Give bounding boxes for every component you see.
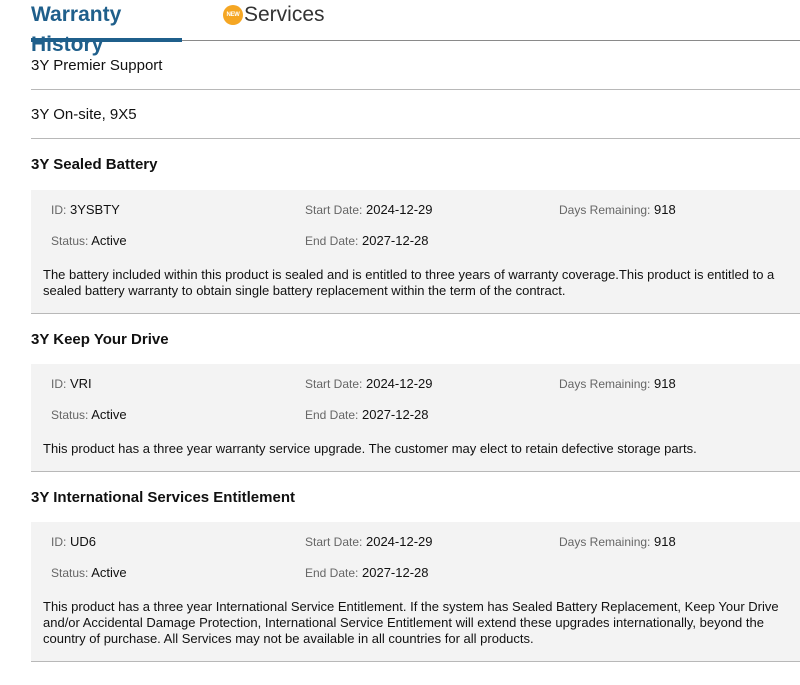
field-days-remaining: Days Remaining: 918 — [559, 202, 676, 217]
field-id: ID: 3YSBTY — [51, 202, 120, 217]
field-label: Days Remaining: — [559, 535, 651, 549]
tab-bar: Warranty History NEW Services — [31, 0, 800, 56]
field-label: Status: — [51, 408, 89, 422]
section-title-sealed-battery[interactable]: 3Y Sealed Battery — [31, 139, 800, 190]
field-status: Status: Active — [51, 565, 127, 580]
field-label: Days Remaining: — [559, 203, 651, 217]
field-label: ID: — [51, 377, 67, 391]
field-value: Active — [91, 233, 127, 248]
field-label: Status: — [51, 566, 89, 580]
tab-services[interactable]: NEW Services — [223, 0, 325, 40]
field-days-remaining: Days Remaining: 918 — [559, 534, 676, 549]
field-label: Start Date: — [305, 535, 363, 549]
section-details-sealed-battery: ID: 3YSBTY Status: Active Start Date: 20… — [31, 190, 800, 314]
field-value: Active — [91, 407, 127, 422]
tab-warranty-history[interactable]: Warranty History — [31, 0, 182, 56]
section-title-text: 3Y Sealed Battery — [31, 156, 158, 173]
new-badge-icon: NEW — [223, 5, 243, 25]
field-value: UD6 — [69, 534, 96, 549]
field-id: ID: VRI — [51, 376, 92, 391]
field-label: End Date: — [305, 566, 359, 580]
field-value: 2027-12-28 — [362, 407, 429, 422]
field-label: Start Date: — [305, 377, 363, 391]
details-grid: ID: UD6 Status: Active Start Date: 2024-… — [43, 534, 788, 596]
field-start-date: Start Date: 2024-12-29 — [305, 534, 432, 549]
warranty-row-label: 3Y Premier Support — [31, 56, 163, 74]
details-grid: ID: VRI Status: Active Start Date: 2024-… — [43, 376, 788, 438]
field-value: 918 — [654, 534, 676, 549]
field-value: 3YSBTY — [69, 202, 120, 217]
field-status: Status: Active — [51, 407, 127, 422]
section-description: The battery included within this product… — [43, 267, 775, 298]
field-label: Days Remaining: — [559, 377, 651, 391]
field-value: 2024-12-29 — [365, 202, 433, 217]
warranty-row-premier-support[interactable]: 3Y Premier Support — [31, 41, 800, 90]
field-label: Status: — [51, 234, 89, 248]
field-end-date: End Date: 2027-12-28 — [305, 565, 429, 580]
section-description: This product has a three year warranty s… — [43, 441, 697, 456]
section-details-international-services: ID: UD6 Status: Active Start Date: 2024-… — [31, 522, 800, 662]
field-label: End Date: — [305, 234, 359, 248]
section-title-keep-your-drive[interactable]: 3Y Keep Your Drive — [31, 314, 800, 364]
field-start-date: Start Date: 2024-12-29 — [305, 202, 432, 217]
field-value: 2024-12-29 — [365, 376, 433, 391]
section-title-international-services[interactable]: 3Y International Services Entitlement — [31, 472, 800, 522]
field-value: 2024-12-29 — [365, 534, 433, 549]
field-value: 918 — [654, 376, 676, 391]
field-days-remaining: Days Remaining: 918 — [559, 376, 676, 391]
section-title-text: 3Y International Services Entitlement — [31, 488, 295, 506]
warranty-page: Warranty History NEW Services 3Y Premier… — [0, 0, 800, 685]
field-value: VRI — [69, 376, 92, 391]
section-details-keep-your-drive: ID: VRI Status: Active Start Date: 2024-… — [31, 364, 800, 472]
warranty-row-onsite[interactable]: 3Y On-site, 9X5 — [31, 90, 800, 139]
details-grid: ID: 3YSBTY Status: Active Start Date: 20… — [43, 202, 788, 264]
warranty-row-label: 3Y On-site, 9X5 — [31, 105, 137, 123]
field-value: 2027-12-28 — [362, 233, 429, 248]
field-label: End Date: — [305, 408, 359, 422]
field-value: 2027-12-28 — [362, 565, 429, 580]
field-value: 918 — [654, 202, 676, 217]
field-end-date: End Date: 2027-12-28 — [305, 407, 429, 422]
field-id: ID: UD6 — [51, 534, 96, 549]
field-status: Status: Active — [51, 233, 127, 248]
field-label: Start Date: — [305, 203, 363, 217]
field-start-date: Start Date: 2024-12-29 — [305, 376, 432, 391]
field-value: Active — [91, 565, 127, 580]
field-label: ID: — [51, 535, 67, 549]
section-title-text: 3Y Keep Your Drive — [31, 330, 169, 348]
field-end-date: End Date: 2027-12-28 — [305, 233, 429, 248]
section-description: This product has a three year Internatio… — [43, 599, 779, 646]
tab-services-label: Services — [244, 3, 325, 26]
field-label: ID: — [51, 203, 67, 217]
